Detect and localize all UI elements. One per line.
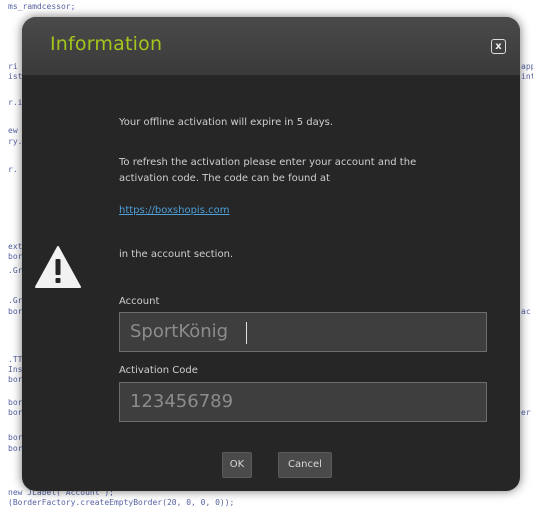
code-line: app: [521, 62, 533, 71]
code-line: int: [521, 72, 533, 81]
code-line: bor: [8, 408, 23, 417]
code-line: bor: [8, 398, 23, 407]
code-line: r.: [8, 165, 18, 174]
code-line: ry.: [8, 137, 23, 146]
code-line: r.i: [8, 98, 23, 107]
code-line: ext: [8, 242, 23, 251]
account-value: SportKönig: [130, 321, 229, 342]
close-icon[interactable]: x: [491, 39, 506, 54]
text-caret: [246, 322, 247, 344]
code-line: ms_ramdcessor;: [8, 2, 76, 11]
ok-button[interactable]: OK: [222, 452, 252, 478]
code-line: (BorderFactory.createEmptyBorder(20, 0, …: [8, 498, 235, 507]
code-line: bor: [8, 307, 23, 316]
dialog-titlebar[interactable]: Information: [22, 17, 520, 75]
account-link[interactable]: https://boxshopis.com: [119, 205, 229, 216]
account-field[interactable]: SportKönig: [119, 312, 487, 352]
code-line: bor: [8, 252, 23, 261]
code-line: bor: [8, 444, 23, 453]
dialog-content: Your offline activation will expire in 5…: [22, 75, 520, 491]
code-line: ac: [521, 307, 531, 316]
code-line: .Gr: [8, 296, 23, 305]
code-line: ist: [8, 72, 23, 81]
cancel-button[interactable]: Cancel: [278, 452, 332, 478]
code-line: .TT: [8, 355, 23, 364]
expiry-message: Your offline activation will expire in 5…: [119, 117, 334, 128]
refresh-message-line2: activation code. The code can be found a…: [119, 173, 330, 184]
code-line: bor: [8, 433, 23, 442]
code-line: .Gr: [8, 266, 23, 275]
activation-code-value: 123456789: [130, 391, 234, 412]
activation-code-field[interactable]: 123456789: [119, 382, 487, 422]
warning-icon: [35, 246, 81, 288]
account-label: Account: [119, 296, 160, 307]
account-section-message: in the account section.: [119, 249, 234, 260]
code-line: er: [521, 408, 531, 417]
code-line: ew: [8, 126, 18, 135]
refresh-message-line1: To refresh the activation please enter y…: [119, 157, 417, 168]
code-line: ri: [8, 62, 18, 71]
code-line: Ins: [8, 365, 23, 374]
code-line: bor: [8, 375, 23, 384]
activation-code-label: Activation Code: [119, 365, 198, 376]
dialog-title: Information: [50, 33, 163, 55]
information-dialog: Information x Your offline activation wi…: [22, 17, 520, 491]
